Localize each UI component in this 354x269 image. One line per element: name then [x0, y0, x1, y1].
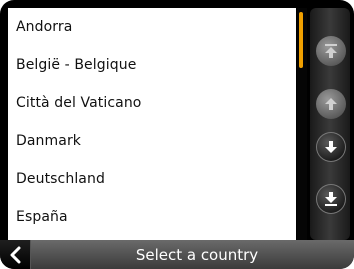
list-item-deutschland[interactable]: Deutschland — [8, 160, 296, 198]
scroll-down-button[interactable] — [316, 132, 346, 162]
down-arrow-icon — [325, 141, 337, 153]
double-up-arrow-icon — [325, 44, 337, 58]
back-button[interactable] — [0, 240, 31, 269]
scroll-to-top-button[interactable] — [316, 36, 346, 66]
device-screen: Andorra België - Belgique Città del Vati… — [0, 0, 354, 269]
scroll-to-bottom-button[interactable] — [316, 184, 346, 214]
up-arrow-icon — [325, 98, 337, 110]
list-item-citta-del-vaticano[interactable]: Città del Vaticano — [8, 84, 296, 122]
scroll-up-button[interactable] — [316, 89, 346, 119]
country-list: Andorra België - Belgique Città del Vati… — [8, 8, 296, 240]
double-down-arrow-icon — [325, 192, 337, 206]
scroll-thumb[interactable] — [299, 12, 303, 68]
chevron-left-icon — [10, 246, 21, 263]
page-title: Select a country — [135, 245, 259, 264]
list-item-danmark[interactable]: Danmark — [8, 122, 296, 160]
list-item-belgie[interactable]: België - Belgique — [8, 46, 296, 84]
footer-bar: Select a country — [0, 240, 354, 269]
scroll-button-panel — [310, 8, 350, 240]
list-item-andorra[interactable]: Andorra — [8, 8, 296, 46]
scrollbar[interactable] — [297, 8, 307, 240]
list-item-espana[interactable]: España — [8, 198, 296, 236]
